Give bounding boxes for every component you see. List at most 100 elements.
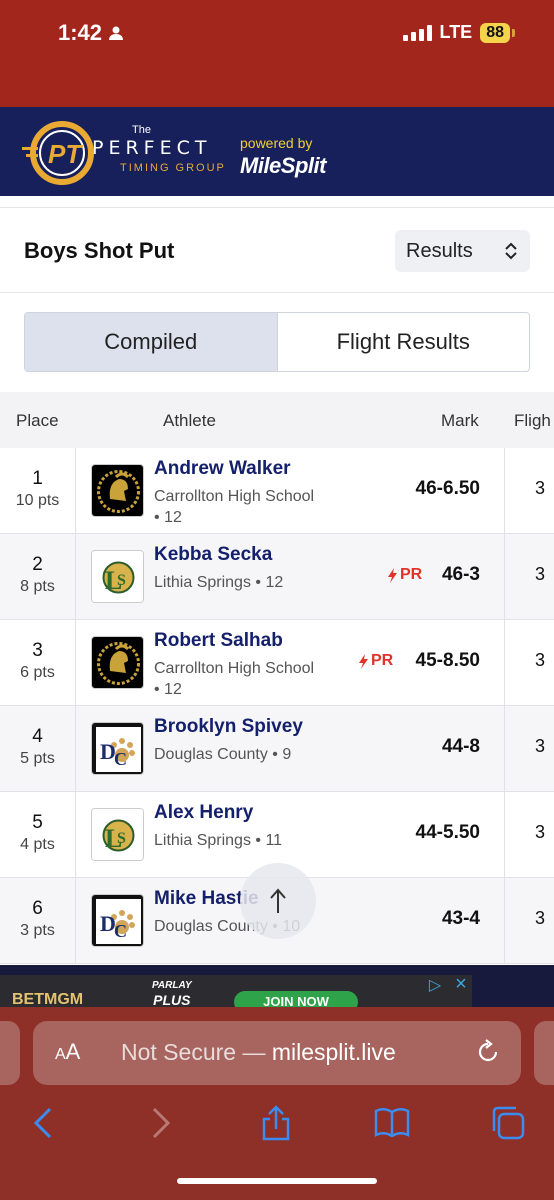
- tabs-icon[interactable]: [488, 1103, 528, 1143]
- url-domain: milesplit.live: [271, 1039, 396, 1065]
- athlete-school: Carrollton High School • 12: [154, 488, 315, 526]
- ad-close-icon[interactable]: ×: [450, 973, 472, 995]
- ad-promo-line2: PLUS: [153, 992, 191, 1007]
- url-text: Not Secure — milesplit.live: [121, 1039, 396, 1066]
- athlete-name[interactable]: Brooklyn Spivey: [154, 716, 303, 738]
- results-view-toggle: Compiled Flight Results: [24, 312, 530, 372]
- flight-value: 3: [535, 650, 546, 670]
- mark-value: 46-3: [441, 564, 480, 585]
- chevron-up-down-icon: [505, 242, 517, 260]
- mark-value: 44-8: [441, 736, 480, 757]
- banner-name: PERFECT: [92, 137, 212, 159]
- douglas-county-logo-icon: DC: [91, 894, 144, 947]
- place-points: 8 pts: [20, 578, 55, 595]
- athlete-name[interactable]: Robert Salhab: [154, 630, 283, 652]
- previous-tab-peek[interactable]: [0, 1021, 20, 1085]
- results-table-header: Place Athlete Mark Fligh: [0, 392, 554, 448]
- ad-banner[interactable]: BETMGM PARLAY PLUS JOIN NOW ▷ ×: [0, 965, 554, 1007]
- flight-cell: 3: [504, 878, 554, 963]
- flight-value: 3: [535, 564, 546, 584]
- mark-value: 44-5.50: [415, 822, 480, 843]
- pr-label: PR: [371, 652, 394, 669]
- header-place: Place: [16, 411, 59, 430]
- sponsor-banner[interactable]: PT The PERFECT TIMING GROUP powered by M…: [0, 107, 554, 196]
- milesplit-logo: MileSplit: [240, 153, 326, 178]
- back-icon[interactable]: [24, 1103, 64, 1143]
- athlete-name[interactable]: Kebba Secka: [154, 544, 272, 566]
- status-time-group: 1:42: [58, 20, 124, 46]
- signal-icon: [402, 24, 432, 41]
- svg-text:C: C: [114, 921, 127, 941]
- event-header: Boys Shot Put Results: [0, 207, 554, 293]
- banner-the: The: [132, 124, 151, 136]
- tab-flight-results[interactable]: Flight Results: [278, 313, 530, 371]
- ad-promo: PARLAY PLUS: [152, 979, 192, 1007]
- flight-cell: 3: [504, 620, 554, 705]
- ad-promo-line1: PARLAY: [152, 980, 192, 991]
- tab-compiled[interactable]: Compiled: [25, 313, 278, 371]
- lightning-bolt-icon: [359, 653, 368, 669]
- douglas-county-logo-icon: DC: [91, 722, 144, 775]
- place-number: 6: [32, 898, 43, 919]
- ad-join-button[interactable]: JOIN NOW: [234, 991, 358, 1007]
- browser-nav-row: [0, 1103, 554, 1147]
- powered-by-label: powered by: [240, 135, 313, 151]
- mark-value: 46-6.50: [415, 478, 480, 499]
- status-time: 1:42: [58, 20, 103, 45]
- event-title: Boys Shot Put: [24, 238, 175, 263]
- pr-badge: PR: [387, 566, 422, 584]
- place-number: 3: [32, 640, 43, 661]
- reader-settings-button[interactable]: AA: [55, 1039, 80, 1065]
- pr-label: PR: [400, 566, 423, 583]
- results-select[interactable]: Results: [395, 230, 530, 272]
- mark-value: 45-8.50: [415, 650, 480, 671]
- reload-icon[interactable]: [475, 1039, 501, 1065]
- flight-cell: 3: [504, 706, 554, 791]
- svg-text:S: S: [117, 830, 126, 847]
- table-row[interactable]: 1 10 pts Andrew Walker Carrollton High S…: [0, 448, 554, 534]
- table-row[interactable]: 3 6 pts Robert Salhab Carrollton High Sc…: [0, 620, 554, 706]
- forward-icon[interactable]: [140, 1103, 180, 1143]
- results-select-value: Results: [406, 239, 473, 262]
- flight-cell: 3: [504, 534, 554, 619]
- place-cell: 5 4 pts: [0, 792, 76, 877]
- place-points: 5 pts: [20, 750, 55, 767]
- bookmarks-icon[interactable]: [372, 1103, 412, 1143]
- network-label: LTE: [439, 22, 473, 42]
- perfect-timing-logo-icon: PT: [22, 121, 94, 185]
- lithia-springs-logo-icon: LS: [91, 550, 144, 603]
- banner-subtitle: TIMING GROUP: [120, 162, 226, 174]
- status-bar: 1:42 LTE 88: [0, 0, 554, 107]
- ad-info-icon[interactable]: ▷: [424, 975, 446, 997]
- share-icon[interactable]: [256, 1103, 296, 1143]
- table-row[interactable]: 4 5 pts DC Brooklyn Spivey Douglas Count…: [0, 706, 554, 792]
- next-tab-peek[interactable]: [534, 1021, 554, 1085]
- place-number: 2: [32, 554, 43, 575]
- place-points: 3 pts: [20, 922, 55, 939]
- table-row[interactable]: 2 8 pts LS Kebba Secka Lithia Springs • …: [0, 534, 554, 620]
- athlete-name[interactable]: Andrew Walker: [154, 458, 291, 480]
- flight-value: 3: [535, 822, 546, 842]
- browser-toolbar: AA Not Secure — milesplit.live: [0, 1007, 554, 1200]
- address-bar[interactable]: AA Not Secure — milesplit.live: [33, 1021, 521, 1085]
- place-cell: 2 8 pts: [0, 534, 76, 619]
- header-flight: Fligh: [514, 411, 551, 430]
- place-number: 1: [32, 468, 43, 489]
- scroll-to-top-button[interactable]: [240, 863, 316, 939]
- place-number: 4: [32, 726, 43, 747]
- svg-text:S: S: [117, 572, 126, 589]
- mark-value: 43-4: [441, 908, 480, 929]
- flight-value: 3: [535, 478, 546, 498]
- lithia-springs-logo-icon: LS: [91, 808, 144, 861]
- not-secure-label: Not Secure —: [121, 1039, 272, 1065]
- flight-value: 3: [535, 908, 546, 928]
- athlete-school: Lithia Springs • 12: [154, 574, 284, 591]
- athlete-school: Douglas County • 9: [154, 746, 292, 763]
- person-icon: [109, 26, 124, 40]
- flight-cell: 3: [504, 448, 554, 533]
- athlete-school: Lithia Springs • 11: [154, 832, 283, 849]
- lightning-bolt-icon: [388, 567, 397, 583]
- athlete-name[interactable]: Alex Henry: [154, 802, 253, 824]
- place-cell: 4 5 pts: [0, 706, 76, 791]
- battery-indicator: 88: [480, 22, 515, 43]
